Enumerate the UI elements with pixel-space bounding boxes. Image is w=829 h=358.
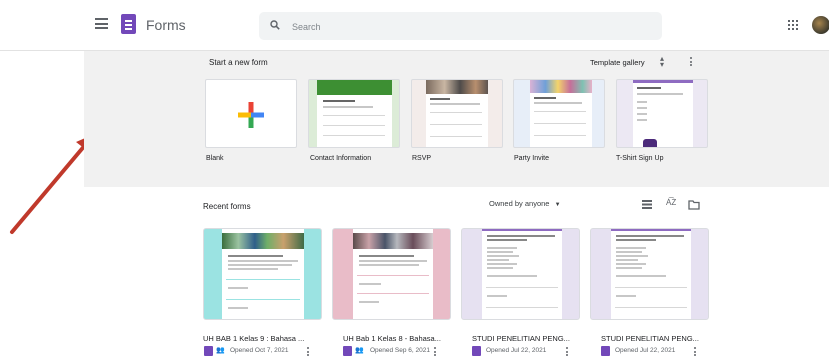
recent-form-card[interactable] [332, 228, 451, 320]
more-vert-icon[interactable] [566, 347, 568, 358]
unfold-icon[interactable]: ▴ ▾ [660, 55, 664, 69]
recent-form-opened: Opened Sep 6, 2021 [370, 347, 430, 354]
more-vert-icon[interactable] [434, 347, 436, 358]
more-vert-icon[interactable] [694, 347, 696, 358]
start-new-form-title: Start a new form [209, 58, 268, 67]
shared-people-icon: 👥 [355, 347, 364, 354]
template-preview [530, 93, 592, 147]
avatar[interactable] [812, 16, 829, 34]
recent-form-card[interactable] [461, 228, 580, 320]
template-label-blank: Blank [206, 155, 224, 162]
template-preview [633, 80, 693, 147]
recent-form-name[interactable]: UH BAB 1 Kelas 9 : Bahasa ... [203, 334, 304, 343]
form-header-image [222, 233, 304, 249]
recent-form-opened: Opened Jul 22, 2021 [615, 347, 676, 354]
template-rsvp[interactable] [411, 79, 503, 148]
template-party-invite[interactable] [513, 79, 605, 148]
template-label-rsvp: RSVP [412, 155, 432, 162]
template-tshirt-signup[interactable] [616, 79, 708, 148]
forms-doc-icon [204, 346, 213, 356]
owner-filter-label: Owned by anyone [489, 199, 550, 208]
menu-icon[interactable] [95, 18, 108, 29]
template-header-image [426, 80, 488, 94]
recent-form-name[interactable]: STUDI PENELITIAN PENG... [472, 334, 570, 343]
forms-doc-icon [343, 346, 352, 356]
form-preview [222, 229, 304, 319]
plus-icon [238, 102, 264, 128]
form-preview [353, 229, 433, 319]
template-label-contact: Contact Information [310, 155, 372, 162]
template-header-image [530, 80, 592, 93]
form-header-image [353, 233, 433, 249]
more-vert-icon[interactable] [690, 57, 692, 68]
template-label-tshirt: T-Shirt Sign Up [616, 155, 664, 162]
template-header-image [317, 80, 392, 95]
recent-form-card[interactable] [590, 228, 709, 320]
list-view-icon[interactable] [642, 200, 652, 209]
folder-icon[interactable] [688, 200, 700, 210]
search-icon[interactable] [270, 20, 280, 30]
template-gallery-button[interactable]: Template gallery [590, 58, 645, 67]
template-label-party: Party Invite [514, 155, 550, 162]
forms-logo-icon[interactable] [121, 14, 136, 34]
recent-form-opened: Opened Oct 7, 2021 [230, 347, 289, 354]
recent-form-name[interactable]: UH Bab 1 Kelas 8 - Bahasa... [343, 334, 441, 343]
owner-filter-dropdown[interactable]: Owned by anyone ▼ [489, 199, 561, 208]
app-title[interactable]: Forms [146, 17, 186, 33]
shared-people-icon: 👥 [216, 347, 225, 354]
forms-doc-icon [601, 346, 610, 356]
recent-form-card[interactable] [203, 228, 322, 320]
recent-forms-title: Recent forms [203, 202, 251, 211]
template-preview [426, 94, 488, 147]
form-preview [611, 229, 691, 319]
sort-az-icon[interactable]: A͡Z [666, 198, 676, 207]
recent-form-name[interactable]: STUDI PENELITIAN PENG... [601, 334, 699, 343]
search-input[interactable] [290, 16, 594, 38]
template-preview [317, 95, 392, 147]
template-blank[interactable] [205, 79, 297, 148]
apps-grid-icon[interactable] [788, 20, 798, 30]
top-bar: Forms [0, 0, 829, 51]
search-bar[interactable] [259, 12, 662, 40]
caret-down-icon: ▼ [554, 202, 561, 208]
forms-doc-icon [472, 346, 481, 356]
more-vert-icon[interactable] [307, 347, 309, 358]
template-contact-information[interactable] [308, 79, 400, 148]
recent-form-opened: Opened Jul 22, 2021 [486, 347, 547, 354]
form-preview [482, 229, 562, 319]
